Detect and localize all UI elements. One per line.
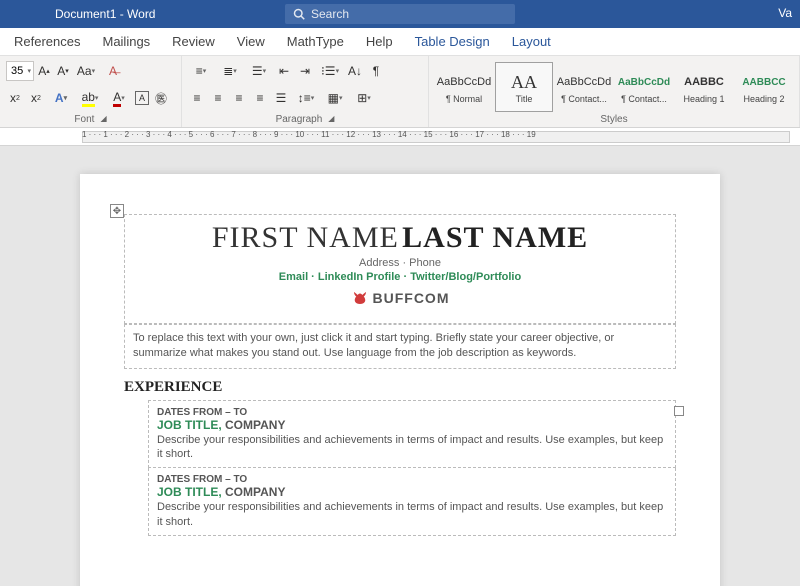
paragraph-group: ≡▾ ≣▾ ☰▾ ⇤ ⇥ ⁝☰▾ A↓ ¶ ≡ ≡ ≡ ≡ ☰ ↕≡▾ ▦▾ ⊞… bbox=[182, 56, 429, 127]
borders-icon[interactable]: ⊞▾ bbox=[351, 89, 377, 107]
subscript-icon[interactable]: x2 bbox=[6, 89, 24, 107]
align-left-icon[interactable]: ≡ bbox=[188, 89, 206, 107]
entry-company[interactable]: COMPANY bbox=[225, 418, 285, 432]
links-line[interactable]: Email · LinkedIn Profile · Twitter/Blog/… bbox=[279, 271, 521, 283]
tab-view[interactable]: View bbox=[237, 34, 265, 49]
document-title: Document1 - Word bbox=[55, 7, 155, 21]
character-border-icon[interactable]: A bbox=[135, 91, 149, 105]
tab-layout[interactable]: Layout bbox=[512, 34, 551, 49]
experience-entry[interactable]: DATES FROM – TO JOB TITLE, COMPANY Descr… bbox=[148, 400, 676, 469]
justify-icon[interactable]: ≡ bbox=[251, 89, 269, 107]
entry-dates[interactable]: DATES FROM – TO bbox=[157, 474, 667, 485]
tab-review[interactable]: Review bbox=[172, 34, 215, 49]
search-placeholder: Search bbox=[311, 7, 349, 21]
ribbon: 35▾ A▴ A▾ Aa▾ A̶ x2 x2 A▾ ab▾ A▾ A ㊩ Fon… bbox=[0, 56, 800, 128]
entry-company[interactable]: COMPANY bbox=[225, 485, 285, 499]
grow-font-icon[interactable]: A▴ bbox=[35, 62, 53, 80]
styles-group-label: Styles bbox=[600, 114, 627, 125]
increase-indent-icon[interactable]: ⇥ bbox=[296, 62, 314, 80]
line-spacing-icon[interactable]: ↕≡▾ bbox=[293, 89, 319, 107]
tab-mailings[interactable]: Mailings bbox=[102, 34, 150, 49]
shading-icon[interactable]: ▦▾ bbox=[322, 89, 348, 107]
font-color-icon[interactable]: A▾ bbox=[106, 89, 132, 107]
tab-table-design[interactable]: Table Design bbox=[415, 34, 490, 49]
header-cell[interactable]: FIRST NAME LAST NAME Address · Phone Ema… bbox=[124, 214, 676, 324]
style-title[interactable]: AATitle bbox=[495, 62, 553, 112]
text-effects-icon[interactable]: A▾ bbox=[48, 89, 74, 107]
style-heading1[interactable]: AABBCHeading 1 bbox=[675, 62, 733, 112]
last-name[interactable]: LAST NAME bbox=[402, 221, 588, 254]
sort-icon[interactable]: A↓ bbox=[346, 62, 364, 80]
bullets-icon[interactable]: ≡▾ bbox=[188, 62, 214, 80]
shrink-font-icon[interactable]: A▾ bbox=[54, 62, 72, 80]
font-group: 35▾ A▴ A▾ Aa▾ A̶ x2 x2 A▾ ab▾ A▾ A ㊩ Fon… bbox=[0, 56, 182, 127]
asian-layout-icon[interactable]: ⁝☰▾ bbox=[317, 62, 343, 80]
entry-jobtitle[interactable]: JOB TITLE, bbox=[157, 418, 222, 432]
numbering-icon[interactable]: ≣▾ bbox=[217, 62, 243, 80]
tab-mathtype[interactable]: MathType bbox=[287, 34, 344, 49]
tab-help[interactable]: Help bbox=[366, 34, 393, 49]
font-group-label: Font bbox=[74, 114, 94, 125]
style-contact2[interactable]: AaBbCcDd¶ Contact... bbox=[615, 62, 673, 112]
clear-formatting-icon[interactable]: A̶ bbox=[100, 62, 126, 80]
font-dialog-icon[interactable]: ◢ bbox=[100, 114, 106, 125]
tab-references[interactable]: References bbox=[14, 34, 80, 49]
multilevel-list-icon[interactable]: ☰▾ bbox=[246, 62, 272, 80]
search-icon bbox=[293, 8, 305, 20]
entry-desc[interactable]: Describe your responsibilities and achie… bbox=[157, 433, 667, 462]
style-heading2[interactable]: AABBCCHeading 2 bbox=[735, 62, 793, 112]
page[interactable]: ✥ FIRST NAME LAST NAME Address · Phone E… bbox=[80, 174, 720, 586]
ribbon-tabs: References Mailings Review View MathType… bbox=[0, 28, 800, 56]
entry-dates[interactable]: DATES FROM – TO bbox=[157, 407, 667, 418]
ruler[interactable]: 1 · · · 1 · · · 2 · · · 3 · · · 4 · · · … bbox=[0, 128, 800, 146]
experience-entry[interactable]: DATES FROM – TO JOB TITLE, COMPANY Descr… bbox=[148, 468, 676, 536]
enclose-characters-icon[interactable]: ㊩ bbox=[152, 89, 170, 107]
watermark-logo: BUFFCOM bbox=[133, 289, 667, 307]
superscript-icon[interactable]: x2 bbox=[27, 89, 45, 107]
show-marks-icon[interactable]: ¶ bbox=[367, 62, 385, 80]
summary-cell[interactable]: To replace this text with your own, just… bbox=[124, 324, 676, 369]
style-normal[interactable]: AaBbCcDd¶ Normal bbox=[435, 62, 493, 112]
address-line[interactable]: Address · Phone bbox=[133, 257, 667, 269]
summary-text[interactable]: To replace this text with your own, just… bbox=[133, 331, 667, 362]
experience-heading[interactable]: EXPERIENCE bbox=[124, 379, 676, 396]
change-case-icon[interactable]: Aa▾ bbox=[73, 62, 99, 80]
paragraph-dialog-icon[interactable]: ◢ bbox=[328, 114, 334, 125]
table-resize-handle-icon[interactable] bbox=[674, 406, 684, 416]
titlebar-right: Va bbox=[778, 6, 792, 20]
align-right-icon[interactable]: ≡ bbox=[230, 89, 248, 107]
titlebar: Document1 - Word Search Va bbox=[0, 0, 800, 28]
first-name[interactable]: FIRST NAME bbox=[212, 221, 399, 254]
highlight-icon[interactable]: ab▾ bbox=[77, 89, 103, 107]
font-size-input[interactable]: 35▾ bbox=[6, 61, 34, 81]
bull-icon bbox=[351, 289, 369, 307]
align-center-icon[interactable]: ≡ bbox=[209, 89, 227, 107]
workspace[interactable]: ✥ FIRST NAME LAST NAME Address · Phone E… bbox=[0, 146, 800, 586]
ruler-ticks: 1 · · · 1 · · · 2 · · · 3 · · · 4 · · · … bbox=[82, 130, 536, 139]
search-box[interactable]: Search bbox=[285, 4, 515, 24]
decrease-indent-icon[interactable]: ⇤ bbox=[275, 62, 293, 80]
distributed-icon[interactable]: ☰ bbox=[272, 89, 290, 107]
style-contact1[interactable]: AaBbCcDd¶ Contact... bbox=[555, 62, 613, 112]
table-move-handle-icon[interactable]: ✥ bbox=[110, 204, 124, 218]
styles-gallery: AaBbCcDd¶ Normal AATitle AaBbCcDd¶ Conta… bbox=[435, 60, 793, 112]
entry-desc[interactable]: Describe your responsibilities and achie… bbox=[157, 500, 667, 529]
entry-jobtitle[interactable]: JOB TITLE, bbox=[157, 485, 222, 499]
styles-group: AaBbCcDd¶ Normal AATitle AaBbCcDd¶ Conta… bbox=[429, 56, 800, 127]
paragraph-group-label: Paragraph bbox=[276, 114, 323, 125]
